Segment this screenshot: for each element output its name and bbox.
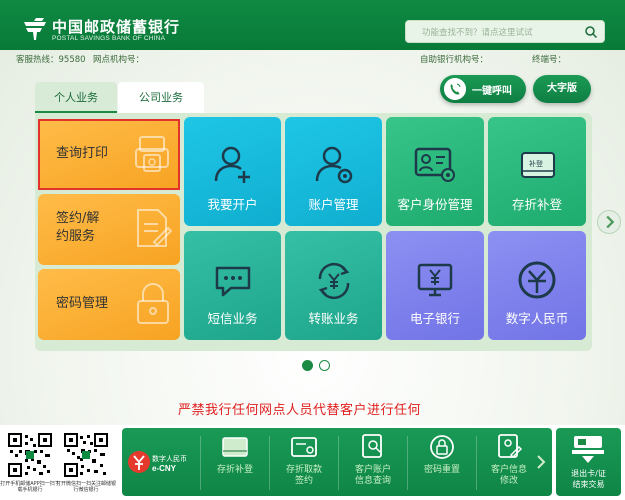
tile-transfer[interactable]: 转账业务 (285, 231, 382, 340)
footer-account-query-label: 客户账户 信息查询 (340, 465, 406, 487)
search-input[interactable]: 功能查找不到？请点这里试试 (422, 26, 533, 38)
branch-number-label: 网点机构号： (93, 55, 145, 65)
psbc-logo-icon (24, 18, 46, 40)
menu-sign-service[interactable]: 签约/解 约服务 (38, 194, 180, 265)
label-line-2: 结束交易 (572, 480, 605, 489)
sign-service-label-1: 签约/解 (56, 211, 100, 226)
label-line-1: 退出卡/证 (571, 469, 606, 478)
atm-number-label: 自助银行机构号： (420, 55, 489, 65)
info-edit-icon (498, 434, 523, 459)
passbook-withdraw-icon (291, 437, 317, 457)
footer-info-edit[interactable]: 客户信息 修改 (476, 431, 542, 493)
sign-service-label-2: 约服务 (56, 229, 96, 244)
menu-password[interactable]: 密码管理 (38, 269, 180, 340)
eject-card-button[interactable]: 退出卡/证结束交易 (556, 428, 621, 496)
footer-divider (269, 436, 270, 490)
page-dot-1[interactable] (302, 360, 313, 371)
footer-divider (200, 436, 201, 490)
call-label: 一键呼叫 (472, 86, 512, 97)
bank-name-cn: 中国邮政储蓄银行 (52, 18, 181, 36)
label-line-1: 客户信息 (490, 465, 527, 475)
bank-name-en: POSTAL SAVINGS BANK OF CHINA (52, 35, 166, 42)
passbook-icon (222, 437, 248, 457)
passbook-update-label: 存折补登 (511, 197, 562, 212)
footer-passbook-update[interactable]: 存折补登 (202, 431, 268, 493)
e-bank-icon (417, 263, 453, 297)
footer-password-reset[interactable]: 密码重置 (409, 431, 475, 493)
footer-password-reset-label: 密码重置 (423, 465, 460, 475)
ecny-sublabel: e-CNY (152, 464, 177, 473)
footer-divider (407, 436, 408, 490)
add-user-icon (214, 146, 250, 183)
label-line-2: 修改 (499, 476, 518, 486)
label-line-1: 客户账户 (354, 465, 391, 475)
open-account-label: 我要开户 (207, 197, 258, 212)
qr-code-wechat (63, 432, 109, 478)
warning-marquee: 严禁我行任何网点人员代替客户进行任何 (178, 403, 422, 418)
tab-personal[interactable]: 个人业务 (35, 82, 117, 113)
tile-e-banking[interactable]: 电子银行 (386, 231, 484, 340)
id-card-icon (414, 147, 455, 182)
tile-digital-rmb[interactable]: 数字人民币 (488, 231, 586, 340)
e-banking-label: 电子银行 (409, 311, 460, 326)
hotline-text: 客服热线：95580 (16, 55, 86, 65)
tile-account-management[interactable]: 账户管理 (285, 117, 382, 226)
footer-info-edit-label: 客户信息 修改 (476, 465, 542, 487)
lock-icon (137, 283, 169, 324)
transfer-icon (318, 262, 350, 300)
passbook-badge: 补登 (529, 160, 543, 168)
label-line-2: 签约 (294, 476, 313, 486)
large-font-button[interactable]: 大字版 (533, 75, 591, 103)
tile-sms-service[interactable]: 短信业务 (184, 231, 281, 340)
label-line-2: 信息查询 (354, 476, 391, 486)
tile-passbook-update[interactable]: 补登 存折补登 (488, 117, 586, 226)
digital-rmb-label: 数字人民币 (505, 311, 569, 326)
footer-divider (338, 436, 339, 490)
customer-identity-label: 客户身份管理 (397, 197, 473, 212)
chevron-right-icon[interactable] (535, 454, 547, 470)
footer-passbook-withdraw[interactable]: 存折取款 签约 (271, 431, 337, 493)
header-bar: 中国邮政储蓄银行 POSTAL SAVINGS BANK OF CHINA 功能… (0, 0, 625, 50)
sms-service-label: 短信业务 (207, 311, 258, 326)
next-page-icon[interactable] (597, 210, 621, 234)
search-icon[interactable] (584, 25, 598, 39)
ecny-label: 数字人民币 (152, 455, 187, 463)
search-box[interactable]: 功能查找不到？请点这里试试 (405, 20, 605, 43)
transfer-label: 转账业务 (308, 311, 359, 326)
selection-highlight (38, 119, 180, 190)
footer-passbook-withdraw-label: 存折取款 签约 (271, 465, 337, 487)
qr-code-app (7, 432, 53, 478)
sms-icon (215, 266, 251, 297)
phone-icon (444, 78, 466, 100)
password-reset-icon (430, 435, 454, 459)
page-dot-2[interactable] (319, 360, 330, 371)
document-edit-icon (137, 209, 172, 247)
terminal-number-label: 终端号： (532, 55, 567, 65)
card-eject-icon (572, 436, 604, 463)
tab-corporate[interactable]: 公司业务 (118, 82, 204, 113)
account-management-label: 账户管理 (308, 197, 359, 212)
tile-open-account[interactable]: 我要开户 (184, 117, 281, 226)
footer-passbook-update-label: 存折补登 (216, 465, 253, 475)
tile-customer-identity[interactable]: 客户身份管理 (386, 117, 484, 226)
qr-app-caption: 打开手机邮储APP扫一扫下载手机银行 (0, 481, 60, 493)
label-line-1: 存折取款 (285, 465, 322, 475)
digital-rmb-icon (518, 261, 556, 299)
footer-account-query[interactable]: 客户账户 信息查询 (340, 431, 406, 493)
one-click-call-button[interactable]: 一键呼叫 (440, 75, 526, 103)
qr-wechat-caption: 打开微信扫一扫关注邮储银行微信银行 (56, 481, 117, 493)
account-query-icon (362, 434, 382, 458)
user-settings-icon (315, 146, 353, 184)
eject-label: 退出卡/证结束交易 (556, 468, 621, 490)
password-label: 密码管理 (56, 296, 109, 311)
